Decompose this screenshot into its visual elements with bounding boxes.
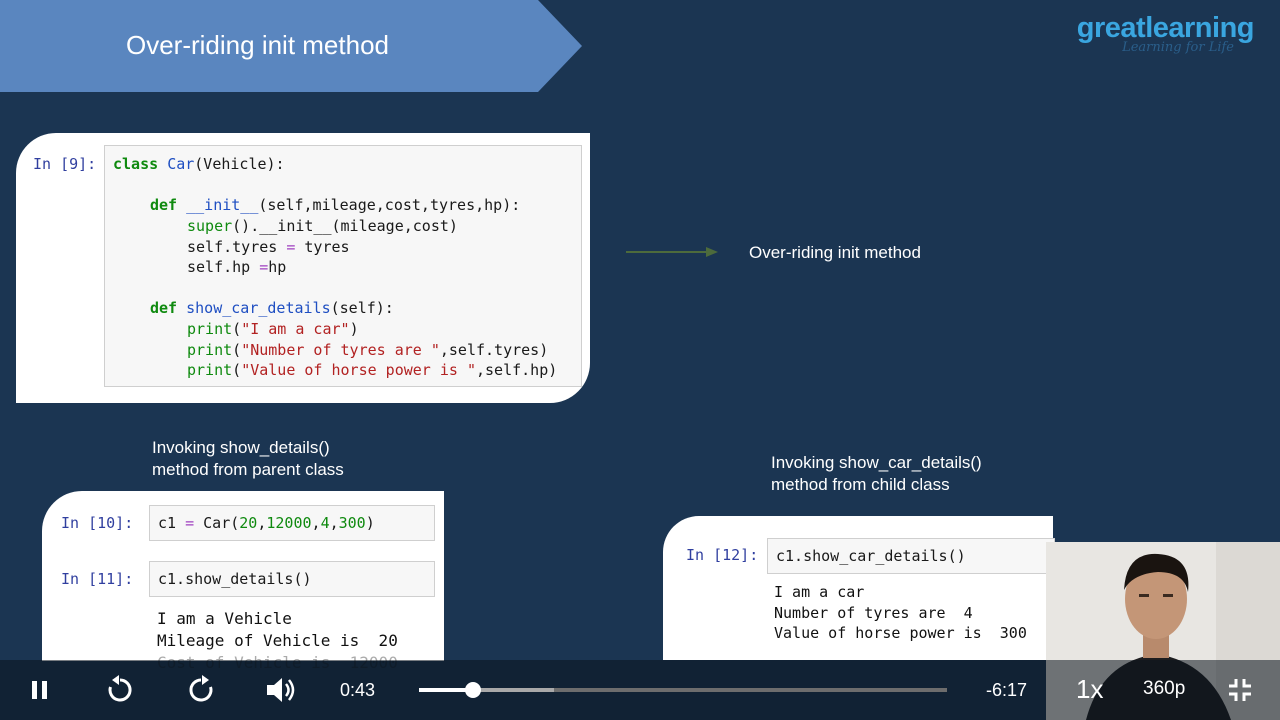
caption-parent-class: Invoking show_details() method from pare… [152,437,344,481]
cell-12-output-line: I am a car [774,583,865,601]
cell-11-output-line: I am a Vehicle [157,609,292,628]
caption-line: Invoking show_details() [152,438,330,457]
forward-icon[interactable] [186,675,216,705]
quality-button[interactable]: 360p [1143,678,1185,700]
cell-9-prompt: In [9]: [33,155,97,173]
caption-line: Invoking show_car_details() [771,453,982,472]
code-line: c1 = Car(20,12000,4,300) [158,514,375,532]
cell-9-code[interactable]: class Car(Vehicle): def __init__(self,mi… [104,145,582,387]
cell-11-prompt: In [11]: [61,570,134,588]
code-line: print("Number of tyres are ",self.tyres) [187,341,549,359]
rewind-icon[interactable] [105,675,135,705]
code-line: def __init__(self,mileage,cost,tyres,hp)… [150,196,521,214]
caption-line: method from child class [771,475,950,494]
override-annotation: Over-riding init method [749,243,921,262]
code-line: print("Value of horse power is ",self.hp… [187,361,558,379]
cell-11-output-line: Mileage of Vehicle is 20 [157,631,398,650]
cell-11-code[interactable]: c1.show_details() [149,561,435,597]
greatlearning-logo: greatlearning Learning for Life [1077,12,1255,55]
remaining-time: -6:17 [986,680,1028,700]
cell-12-output-line: Value of horse power is 300 [774,624,1027,642]
right-arrow-icon [626,247,718,257]
caption-line: method from parent class [152,460,344,479]
cell-12-panel: In [12]: c1.show_car_details() I am a ca… [663,516,1055,660]
code-line: c1.show_car_details() [776,547,966,565]
cell-10-prompt: In [10]: [61,514,134,532]
slide-title: Over-riding init method [126,30,389,60]
cell-12-code[interactable]: c1.show_car_details() [767,538,1055,574]
code-line: c1.show_details() [158,570,312,588]
exit-fullscreen-icon[interactable] [1227,677,1253,703]
progress-handle[interactable] [464,682,481,698]
cell-12-output-line: Number of tyres are 4 [774,604,973,622]
code-line: self.hp =hp [187,258,287,276]
playback-speed-button[interactable]: 1x [1076,674,1103,705]
cell-9-panel: In [9]: class Car(Vehicle): def __init__… [16,133,590,403]
code-line: class Car(Vehicle): [113,155,285,173]
code-line: super().__init__(mileage,cost) [187,217,458,235]
cell-10-11-panel: In [10]: c1 = Car(20,12000,4,300) In [11… [42,491,444,672]
cell-12-prompt: In [12]: [686,546,759,564]
elapsed-time: 0:43 [340,680,376,700]
code-line: def show_car_details(self): [150,299,394,317]
volume-icon[interactable] [264,674,296,706]
caption-child-class: Invoking show_car_details() method from … [771,452,982,496]
pause-icon[interactable] [28,678,52,702]
code-line: print("I am a car") [187,320,359,338]
code-line: self.tyres = tyres [187,238,350,256]
cell-10-code[interactable]: c1 = Car(20,12000,4,300) [149,505,435,541]
